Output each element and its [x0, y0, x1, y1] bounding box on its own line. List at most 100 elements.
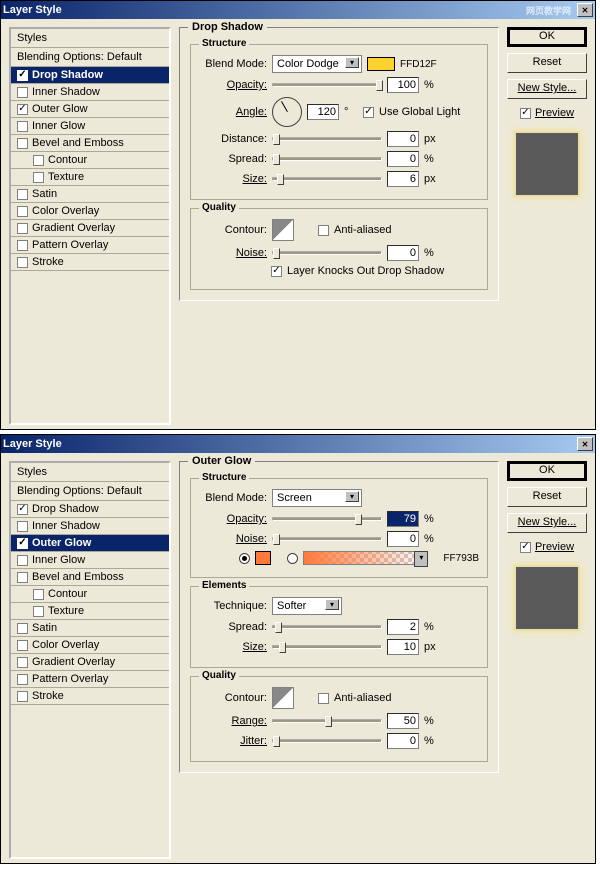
angle-dial[interactable] [272, 97, 302, 127]
style-item-satin[interactable]: Satin [11, 620, 169, 637]
opacity-slider[interactable] [272, 517, 382, 521]
style-item-inner-shadow[interactable]: Inner Shadow [11, 84, 169, 101]
range-input[interactable] [387, 713, 419, 729]
style-checkbox[interactable] [17, 104, 28, 115]
color-swatch[interactable] [367, 57, 395, 71]
contour-picker[interactable] [272, 219, 294, 241]
style-item-outer-glow[interactable]: Outer Glow [11, 101, 169, 118]
style-item-stroke[interactable]: Stroke [11, 254, 169, 271]
technique-dropdown[interactable]: Softer [272, 597, 342, 615]
style-checkbox[interactable] [17, 538, 28, 549]
spread-slider[interactable] [272, 625, 382, 629]
style-item-inner-glow[interactable]: Inner Glow [11, 552, 169, 569]
style-checkbox[interactable] [33, 589, 44, 600]
opacity-input[interactable] [387, 511, 419, 527]
solid-color-radio[interactable] [239, 553, 250, 564]
size-input[interactable] [387, 639, 419, 655]
style-checkbox[interactable] [17, 87, 28, 98]
style-checkbox[interactable] [17, 138, 28, 149]
style-checkbox[interactable] [17, 504, 28, 515]
style-checkbox[interactable] [33, 172, 44, 183]
blend-mode-dropdown[interactable]: Color Dodge [272, 55, 362, 73]
knockout-checkbox[interactable] [271, 266, 282, 277]
style-item-texture[interactable]: Texture [11, 603, 169, 620]
style-item-contour[interactable]: Contour [11, 586, 169, 603]
style-item-texture[interactable]: Texture [11, 169, 169, 186]
jitter-input[interactable] [387, 733, 419, 749]
style-checkbox[interactable] [17, 555, 28, 566]
style-item-inner-shadow[interactable]: Inner Shadow [11, 518, 169, 535]
style-item-drop-shadow[interactable]: Drop Shadow [11, 67, 169, 84]
style-item-drop-shadow[interactable]: Drop Shadow [11, 501, 169, 518]
reset-button[interactable]: Reset [507, 487, 587, 507]
noise-slider[interactable] [272, 251, 382, 255]
distance-slider[interactable] [272, 137, 382, 141]
style-checkbox[interactable] [17, 223, 28, 234]
style-checkbox[interactable] [17, 257, 28, 268]
style-item-pattern-overlay[interactable]: Pattern Overlay [11, 237, 169, 254]
style-item-gradient-overlay[interactable]: Gradient Overlay [11, 654, 169, 671]
ok-button[interactable]: OK [507, 27, 587, 47]
style-checkbox[interactable] [17, 657, 28, 668]
blend-mode-dropdown[interactable]: Screen [272, 489, 362, 507]
size-input[interactable] [387, 171, 419, 187]
size-slider[interactable] [272, 177, 382, 181]
style-item-color-overlay[interactable]: Color Overlay [11, 203, 169, 220]
opacity-input[interactable] [387, 77, 419, 93]
style-checkbox[interactable] [17, 572, 28, 583]
style-checkbox[interactable] [17, 206, 28, 217]
style-item-contour[interactable]: Contour [11, 152, 169, 169]
titlebar[interactable]: Layer Style ✕ [1, 435, 595, 453]
style-checkbox[interactable] [33, 606, 44, 617]
style-checkbox[interactable] [17, 70, 28, 81]
style-item-stroke[interactable]: Stroke [11, 688, 169, 705]
new-style-button[interactable]: New Style... [507, 79, 587, 99]
contour-picker[interactable] [272, 687, 294, 709]
color-swatch[interactable] [255, 551, 271, 565]
spread-input[interactable] [387, 619, 419, 635]
ok-button[interactable]: OK [507, 461, 587, 481]
jitter-slider[interactable] [272, 739, 382, 743]
style-item-gradient-overlay[interactable]: Gradient Overlay [11, 220, 169, 237]
opacity-slider[interactable] [272, 83, 382, 87]
style-checkbox[interactable] [17, 121, 28, 132]
noise-input[interactable] [387, 245, 419, 261]
style-item-bevel-and-emboss[interactable]: Bevel and Emboss [11, 135, 169, 152]
close-icon[interactable]: ✕ [577, 437, 593, 451]
styles-header[interactable]: Styles [11, 29, 169, 48]
reset-button[interactable]: Reset [507, 53, 587, 73]
style-checkbox[interactable] [17, 691, 28, 702]
style-item-color-overlay[interactable]: Color Overlay [11, 637, 169, 654]
blending-options[interactable]: Blending Options: Default [11, 482, 169, 501]
styles-header[interactable]: Styles [11, 463, 169, 482]
style-item-satin[interactable]: Satin [11, 186, 169, 203]
style-checkbox[interactable] [17, 674, 28, 685]
style-item-pattern-overlay[interactable]: Pattern Overlay [11, 671, 169, 688]
style-checkbox[interactable] [17, 189, 28, 200]
style-checkbox[interactable] [17, 521, 28, 532]
close-icon[interactable]: ✕ [577, 3, 593, 17]
antialias-checkbox[interactable] [318, 693, 329, 704]
gradient-radio[interactable] [287, 553, 298, 564]
gradient-picker[interactable] [303, 551, 415, 565]
style-item-bevel-and-emboss[interactable]: Bevel and Emboss [11, 569, 169, 586]
range-slider[interactable] [272, 719, 382, 723]
distance-input[interactable] [387, 131, 419, 147]
style-item-outer-glow[interactable]: Outer Glow [11, 535, 169, 552]
style-checkbox[interactable] [17, 240, 28, 251]
new-style-button[interactable]: New Style... [507, 513, 587, 533]
global-light-checkbox[interactable] [363, 107, 374, 118]
preview-checkbox[interactable] [520, 108, 531, 119]
noise-slider[interactable] [272, 537, 382, 541]
titlebar[interactable]: Layer Style 网页教学网 ✕ [1, 1, 595, 19]
blending-options[interactable]: Blending Options: Default [11, 48, 169, 67]
noise-input[interactable] [387, 531, 419, 547]
spread-slider[interactable] [272, 157, 382, 161]
style-checkbox[interactable] [17, 640, 28, 651]
style-checkbox[interactable] [33, 155, 44, 166]
size-slider[interactable] [272, 645, 382, 649]
style-item-inner-glow[interactable]: Inner Glow [11, 118, 169, 135]
spread-input[interactable] [387, 151, 419, 167]
antialias-checkbox[interactable] [318, 225, 329, 236]
style-checkbox[interactable] [17, 623, 28, 634]
